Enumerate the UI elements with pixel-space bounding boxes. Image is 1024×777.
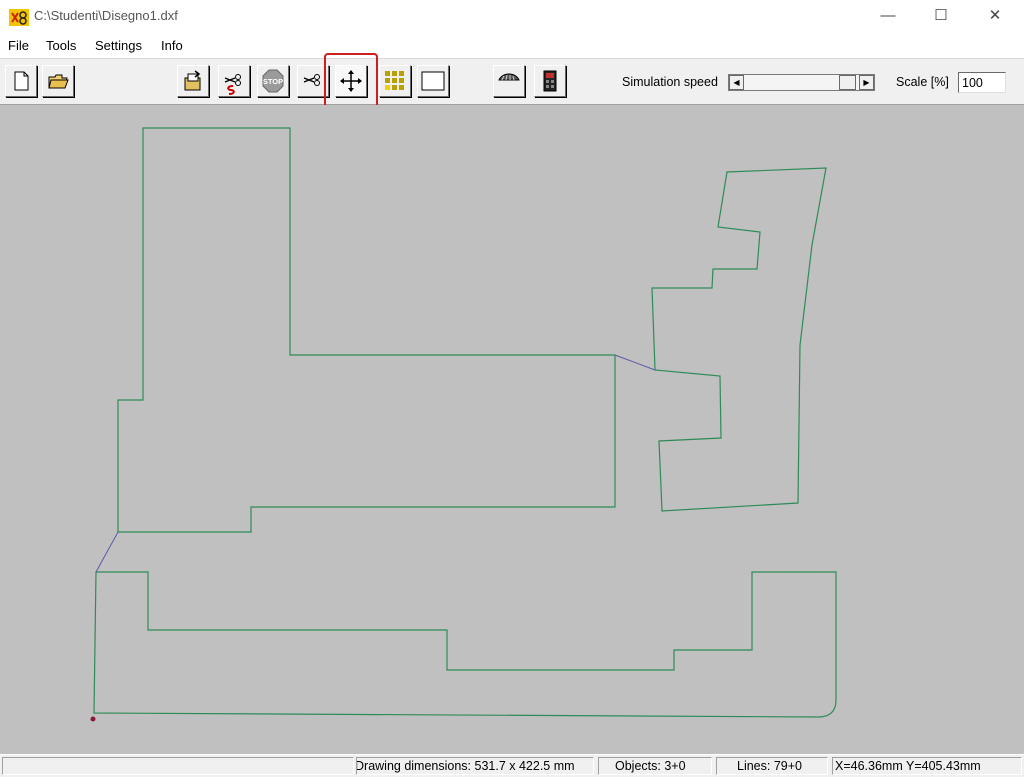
cut-simulation-button[interactable] bbox=[218, 65, 250, 97]
status-empty-panel bbox=[2, 757, 354, 775]
window-title: C:\Studenti\Disegno1.dxf bbox=[34, 8, 178, 23]
shape-left-profile bbox=[117, 127, 616, 533]
drawing-svg bbox=[90, 127, 837, 722]
menu-bar: File Tools Settings Info bbox=[0, 34, 1024, 59]
status-coordinates: X=46.36mm Y=405.43mm bbox=[832, 757, 1022, 775]
machine-icon bbox=[498, 73, 520, 81]
drawing-canvas[interactable] bbox=[0, 105, 1024, 754]
machine-button[interactable] bbox=[493, 65, 525, 97]
scale-input[interactable] bbox=[958, 72, 1006, 93]
slider-left-arrow-icon[interactable]: ◀ bbox=[729, 75, 744, 90]
stop-label: STOP bbox=[263, 77, 283, 86]
export-button[interactable] bbox=[177, 65, 209, 97]
cut-simulation-icon bbox=[224, 74, 241, 95]
close-button[interactable]: ✕ bbox=[972, 0, 1018, 32]
toolbar: STOP Simulation speed ◀ ▶ Scale [%] 100 bbox=[0, 59, 1024, 105]
open-folder-icon bbox=[48, 74, 69, 89]
menu-settings[interactable]: Settings bbox=[95, 38, 142, 53]
stop-icon: STOP bbox=[262, 69, 284, 93]
status-drawing-dimensions: Drawing dimensions: 531.7 x 422.5 mm bbox=[356, 757, 594, 775]
travel-move-2 bbox=[614, 354, 656, 371]
menu-info[interactable]: Info bbox=[161, 38, 183, 53]
status-lines: Lines: 79+0 bbox=[716, 757, 828, 775]
scale-label: Scale [%] bbox=[896, 75, 949, 89]
status-bar: Drawing dimensions: 531.7 x 422.5 mm Obj… bbox=[0, 755, 1024, 777]
menu-tools[interactable]: Tools bbox=[46, 38, 76, 53]
open-file-button[interactable] bbox=[42, 65, 74, 97]
simulation-speed-slider[interactable]: ◀ ▶ bbox=[728, 74, 875, 91]
grid-button[interactable] bbox=[379, 65, 411, 97]
stop-button[interactable]: STOP bbox=[257, 65, 289, 97]
maximize-button[interactable]: ☐ bbox=[918, 0, 964, 32]
title-bar: C:\Studenti\Disegno1.dxf — ☐ ✕ bbox=[0, 0, 1024, 34]
app-logo-icon bbox=[9, 9, 29, 26]
grid-icon bbox=[385, 71, 404, 90]
controller-icon bbox=[543, 70, 557, 92]
minimize-button[interactable]: — bbox=[865, 0, 911, 32]
slider-right-arrow-icon[interactable]: ▶ bbox=[859, 75, 874, 90]
status-objects: Objects: 3+0 bbox=[598, 757, 712, 775]
controller-button[interactable] bbox=[534, 65, 566, 97]
new-file-button[interactable] bbox=[5, 65, 37, 97]
slider-thumb[interactable] bbox=[839, 75, 856, 90]
selected-tool-highlight bbox=[324, 53, 378, 108]
simulation-speed-label: Simulation speed bbox=[622, 75, 718, 89]
rectangle-button[interactable] bbox=[417, 65, 449, 97]
menu-file[interactable]: File bbox=[8, 38, 29, 53]
shape-bottom-profile bbox=[93, 571, 837, 718]
export-icon bbox=[184, 70, 201, 91]
travel-move-1 bbox=[95, 531, 119, 573]
start-point-marker bbox=[90, 716, 96, 722]
shape-right-profile bbox=[651, 167, 827, 512]
rectangle-icon bbox=[421, 71, 445, 91]
new-file-icon bbox=[14, 71, 29, 91]
